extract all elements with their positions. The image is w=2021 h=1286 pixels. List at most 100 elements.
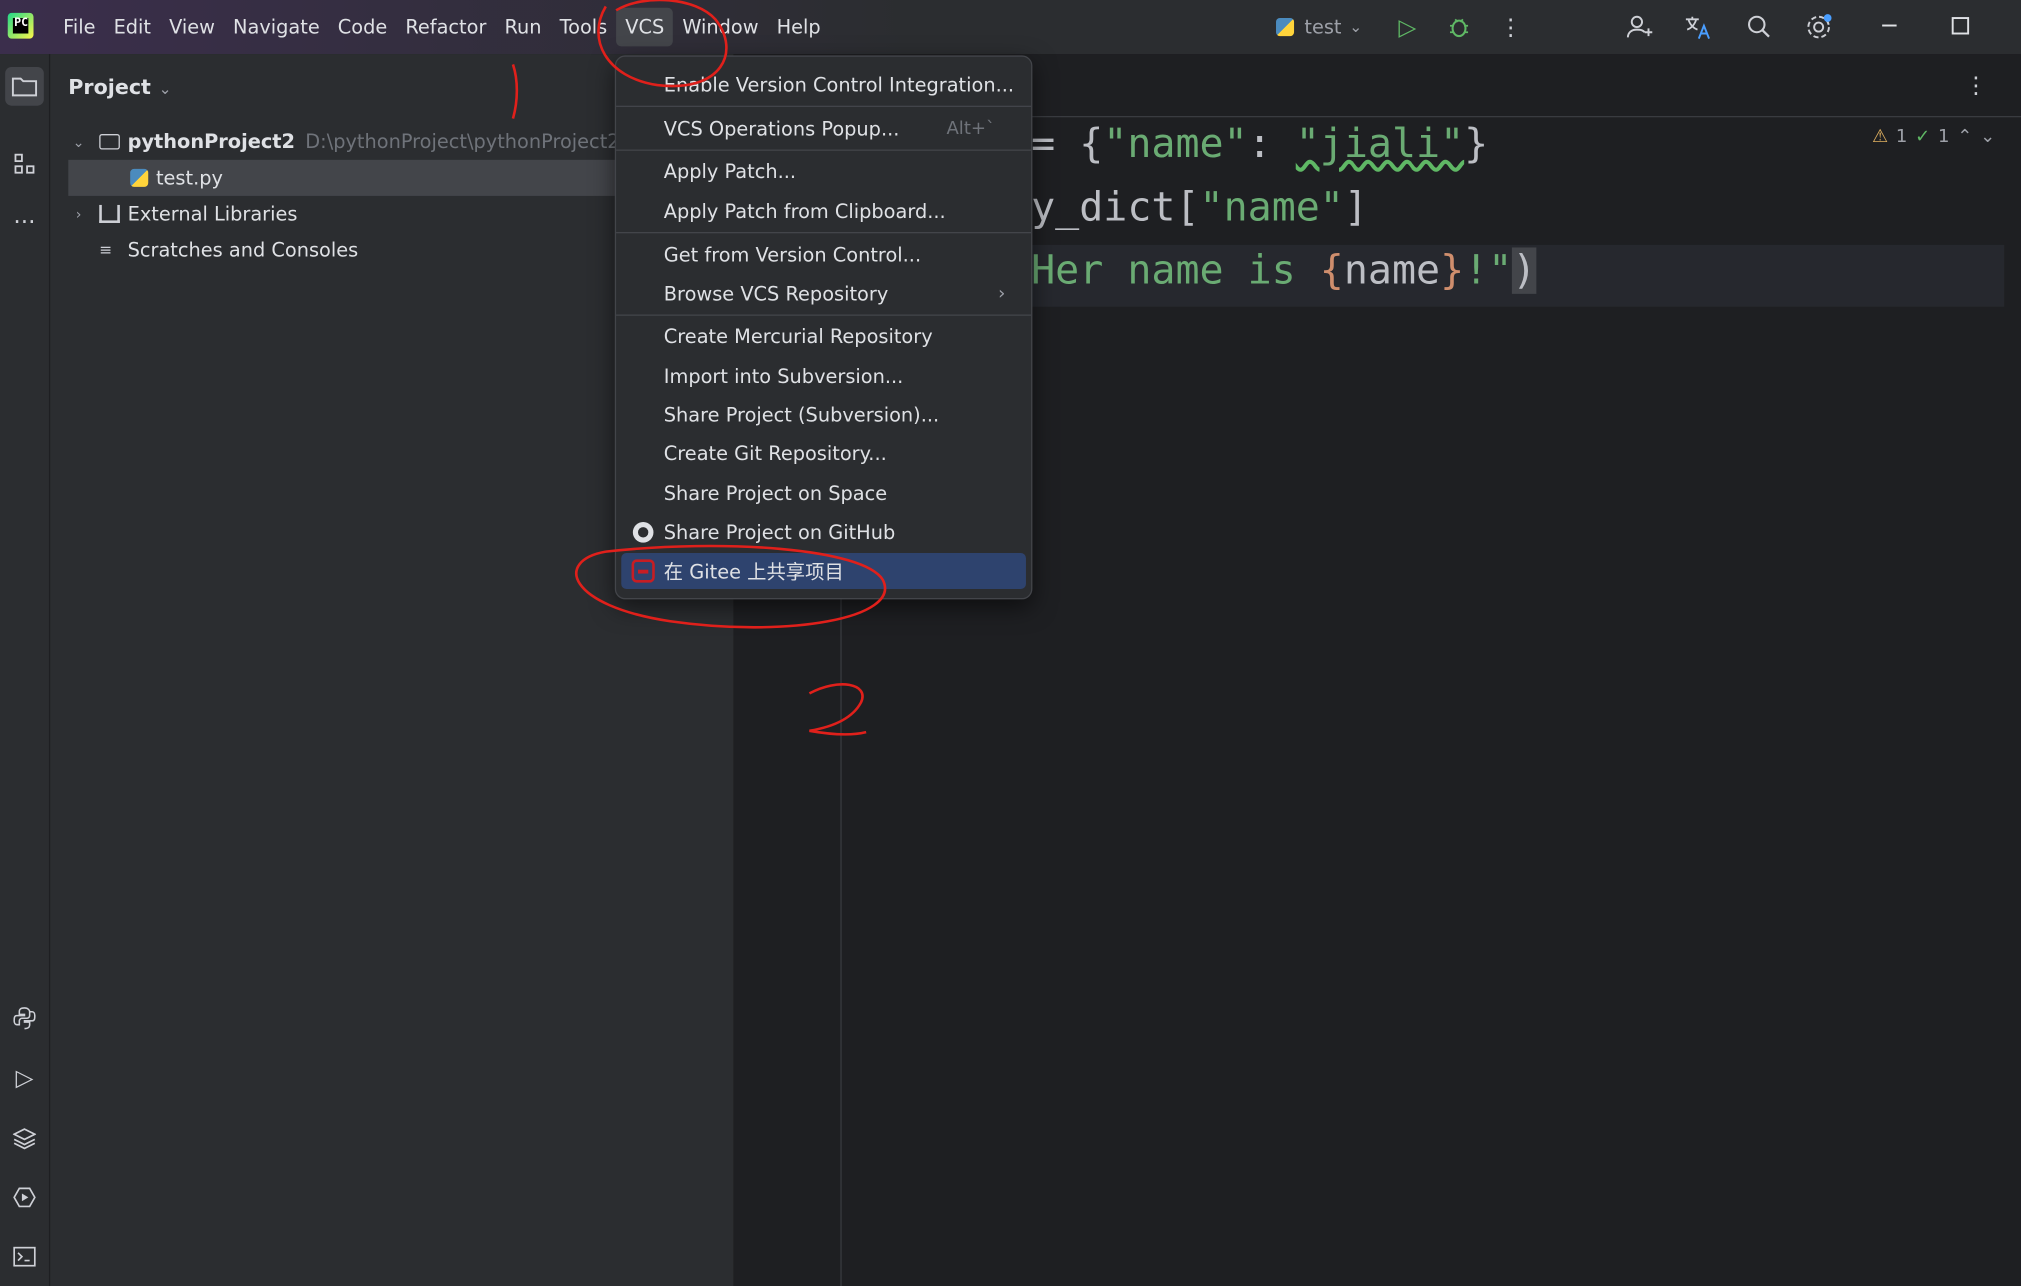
menu-item-share-subversion[interactable]: Share Project (Subversion)... bbox=[621, 397, 1026, 433]
code-line-2: y_dict["name"] bbox=[1031, 184, 1368, 230]
code-token: name bbox=[1343, 247, 1441, 294]
expand-arrow-icon[interactable]: ⌄ bbox=[68, 133, 89, 150]
translate-icon[interactable] bbox=[1682, 12, 1713, 43]
run-icon[interactable]: ▷ bbox=[1392, 12, 1423, 43]
menu-file[interactable]: File bbox=[54, 8, 104, 47]
code-token: ) bbox=[1512, 247, 1537, 294]
more-tools-icon[interactable]: ··· bbox=[5, 202, 44, 241]
code-token: Her name is bbox=[1031, 247, 1320, 294]
python-console-icon[interactable] bbox=[5, 999, 44, 1038]
menu-tools[interactable]: Tools bbox=[551, 8, 617, 47]
menu-vcs[interactable]: VCS bbox=[616, 7, 674, 47]
menu-separator bbox=[616, 314, 1032, 316]
menu-navigate[interactable]: Navigate bbox=[224, 8, 329, 47]
menu-item-apply-patch[interactable]: Apply Patch... bbox=[621, 153, 1026, 189]
weak-warning-count: 1 bbox=[1938, 126, 1950, 147]
folder-icon bbox=[99, 134, 120, 150]
code-token: ] bbox=[1343, 184, 1368, 231]
code-token: !" bbox=[1464, 247, 1513, 294]
menu-item-enable-vcs[interactable]: Enable Version Control Integration... bbox=[621, 67, 1026, 103]
project-folder-icon[interactable] bbox=[5, 67, 44, 106]
menu-item-share-gitee[interactable]: 在 Gitee 上共享项目 bbox=[621, 552, 1026, 590]
project-root-name: pythonProject2 bbox=[127, 130, 295, 154]
menu-item-vcs-operations-popup[interactable]: VCS Operations Popup... Alt+` bbox=[621, 111, 1026, 147]
code-token: } bbox=[1440, 247, 1465, 294]
pycharm-logo-icon: PC bbox=[7, 12, 34, 39]
debug-icon[interactable] bbox=[1444, 12, 1475, 43]
menu-item-label: Apply Patch... bbox=[663, 159, 797, 184]
maximize-icon[interactable] bbox=[1945, 10, 1976, 41]
menu-separator bbox=[616, 232, 1032, 234]
more-actions-icon[interactable]: ⋮ bbox=[1495, 12, 1526, 43]
code-token: { bbox=[1079, 121, 1104, 168]
menu-item-import-subversion[interactable]: Import into Subversion... bbox=[621, 358, 1026, 394]
code-token: "name" bbox=[1199, 184, 1344, 231]
menu-item-label: Browse VCS Repository bbox=[663, 282, 889, 306]
library-icon bbox=[99, 204, 120, 223]
menu-run[interactable]: Run bbox=[495, 8, 550, 47]
code-line-1: = {"name": "jiali"} bbox=[1031, 121, 1488, 167]
menu-item-label: Enable Version Control Integration... bbox=[663, 73, 1015, 97]
services-icon[interactable] bbox=[5, 1178, 44, 1217]
run-config-name: test bbox=[1304, 15, 1342, 39]
run-tool-icon[interactable]: ▷ bbox=[5, 1058, 44, 1097]
gitee-icon bbox=[631, 559, 655, 583]
run-config-selector[interactable]: test ⌄ bbox=[1276, 13, 1362, 41]
layers-icon[interactable] bbox=[5, 1119, 44, 1158]
menu-item-label: 在 Gitee 上共享项目 bbox=[663, 560, 844, 584]
chevron-up-icon[interactable]: ⌃ bbox=[1957, 126, 1972, 147]
shortcut-label: Alt+` bbox=[946, 118, 996, 140]
ide-window: PC File Edit View Navigate Code Refactor… bbox=[0, 0, 2021, 1286]
code-token: y_dict[ bbox=[1031, 184, 1200, 231]
editor-options-icon[interactable]: ⋮ bbox=[1964, 72, 1987, 99]
menu-item-label: VCS Operations Popup... bbox=[663, 117, 900, 141]
project-header-label: Project bbox=[68, 74, 151, 100]
menu-view[interactable]: View bbox=[160, 8, 224, 47]
structure-icon[interactable] bbox=[5, 144, 44, 183]
chevron-down-icon: ⌄ bbox=[1349, 18, 1363, 37]
menu-item-get-from-vcs[interactable]: Get from Version Control... bbox=[621, 237, 1026, 273]
menu-item-create-mercurial[interactable]: Create Mercurial Repository bbox=[621, 318, 1026, 354]
project-root-path: D:\pythonProject\pythonProject2 bbox=[305, 130, 620, 154]
menu-separator bbox=[616, 149, 1032, 151]
menu-item-label: Create Git Repository... bbox=[663, 442, 887, 466]
scratches-label: Scratches and Consoles bbox=[127, 238, 359, 262]
menu-item-label: Share Project on GitHub bbox=[663, 520, 896, 544]
add-user-icon[interactable] bbox=[1624, 12, 1655, 43]
code-token: = bbox=[1031, 121, 1080, 168]
menu-item-apply-patch-clipboard[interactable]: Apply Patch from Clipboard... bbox=[621, 193, 1026, 229]
file-name: test.py bbox=[155, 166, 223, 190]
code-token: "jiali" bbox=[1295, 121, 1465, 168]
terminal-icon[interactable] bbox=[5, 1237, 44, 1276]
tool-window-strip: ··· ▷ bbox=[0, 54, 51, 1286]
search-icon[interactable] bbox=[1744, 12, 1775, 43]
menu-item-create-git-repo[interactable]: Create Git Repository... bbox=[621, 436, 1026, 472]
menu-item-share-space[interactable]: Share Project on Space bbox=[621, 476, 1026, 512]
menu-code[interactable]: Code bbox=[329, 8, 397, 47]
warning-count: 1 bbox=[1895, 126, 1908, 147]
github-icon bbox=[632, 522, 654, 543]
chevron-down-icon[interactable]: ⌄ bbox=[1980, 126, 1995, 147]
inspection-widget[interactable]: ⚠ 1 ✓ 1 ⌃ ⌄ bbox=[1872, 126, 1995, 147]
menu-separator bbox=[616, 105, 1032, 107]
settings-gear-icon[interactable] bbox=[1803, 12, 1834, 43]
menu-help[interactable]: Help bbox=[768, 8, 830, 47]
menu-item-share-github[interactable]: Share Project on GitHub bbox=[621, 514, 1026, 550]
code-token: { bbox=[1319, 247, 1344, 294]
menu-item-label: Get from Version Control... bbox=[663, 243, 922, 267]
minimize-icon[interactable]: ─ bbox=[1874, 10, 1905, 41]
menu-bar: File Edit View Navigate Code Refactor Ru… bbox=[54, 0, 830, 54]
menu-item-browse-vcs-repo[interactable]: Browse VCS Repository › bbox=[621, 276, 1026, 312]
menu-refactor[interactable]: Refactor bbox=[396, 8, 495, 47]
code-token: } bbox=[1464, 121, 1489, 168]
scratches-icon: ≡ bbox=[99, 241, 113, 260]
project-panel-title[interactable]: Project ⌄ bbox=[68, 75, 171, 99]
collapse-arrow-icon[interactable]: › bbox=[68, 206, 89, 223]
menu-window[interactable]: Window bbox=[673, 8, 767, 47]
vcs-menu-dropdown: Enable Version Control Integration... VC… bbox=[614, 55, 1033, 600]
menu-item-label: Import into Subversion... bbox=[663, 364, 904, 388]
code-line-3: Her name is {name}!") bbox=[1031, 247, 1537, 294]
menu-edit[interactable]: Edit bbox=[105, 8, 161, 47]
code-token: : bbox=[1247, 121, 1296, 168]
code-token: "name" bbox=[1103, 121, 1248, 168]
